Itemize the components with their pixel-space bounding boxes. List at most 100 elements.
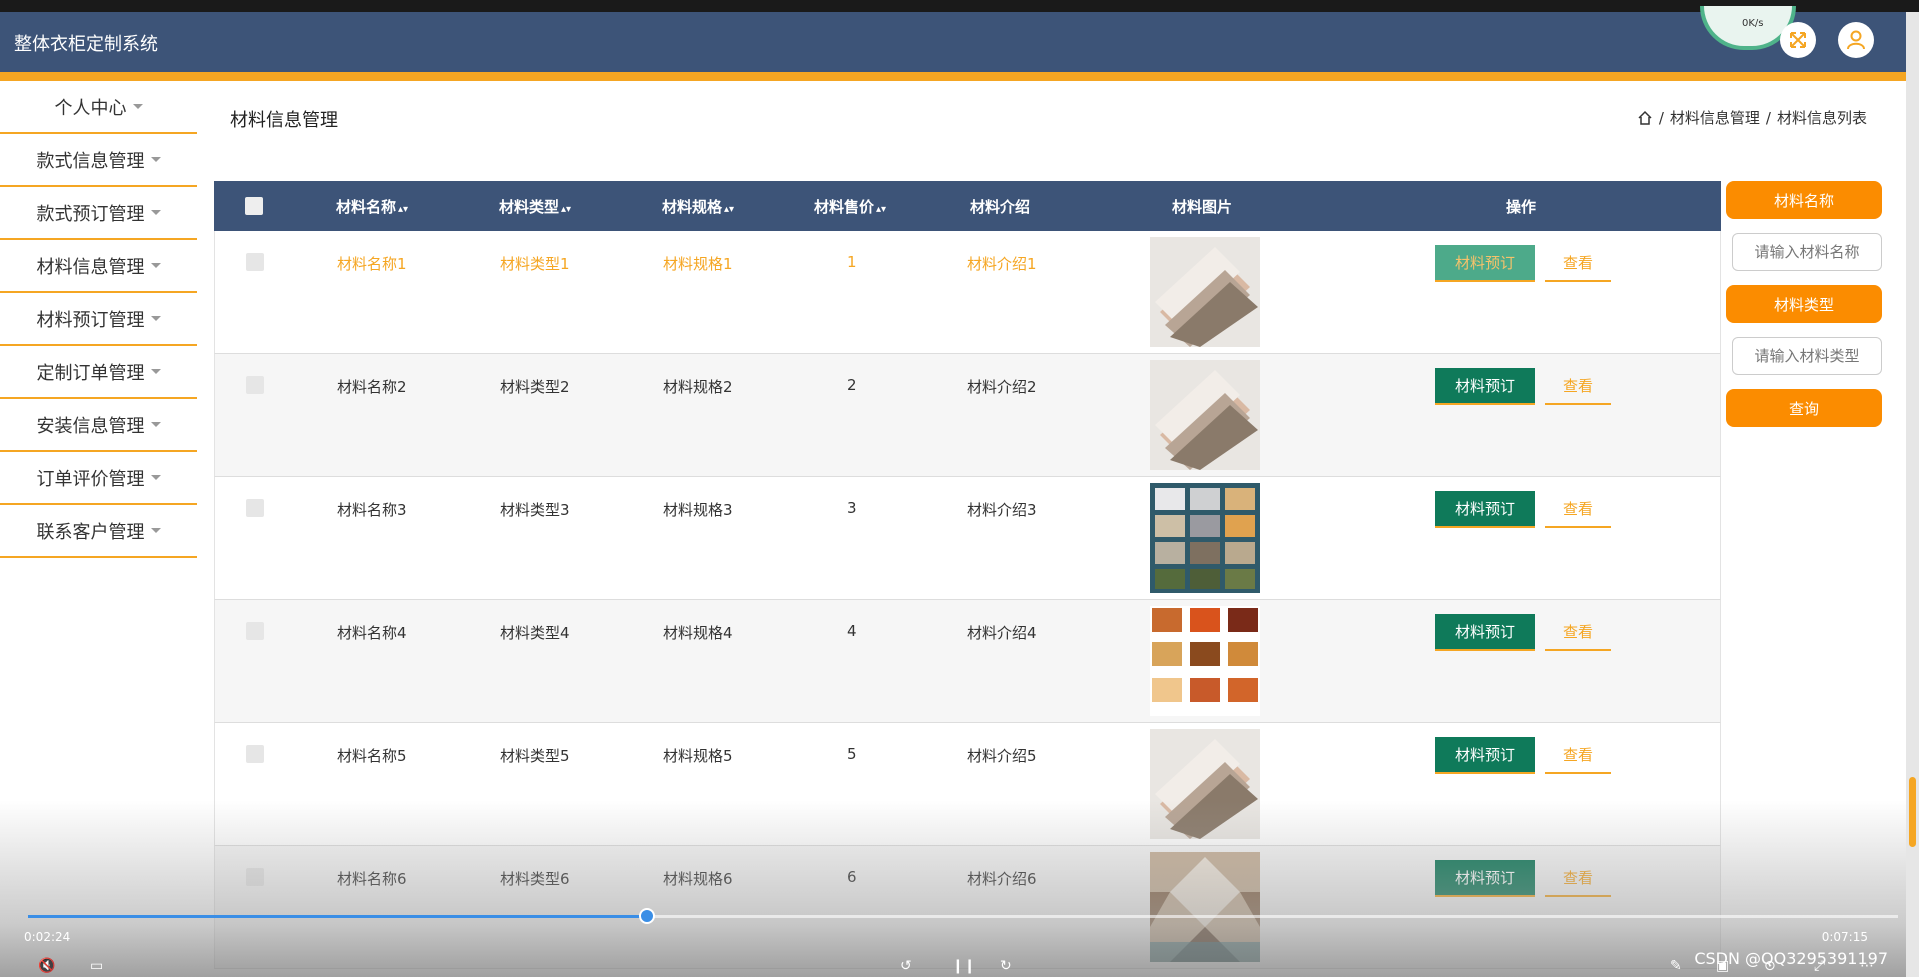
sidebar-item-label: 材料预订管理 — [36, 309, 145, 331]
caret-down-icon — [150, 157, 161, 162]
edit-icon[interactable]: ✎ — [1670, 958, 1682, 974]
sidebar-item-style-info[interactable]: 款式信息管理 — [0, 134, 197, 187]
book-material-button[interactable]: 材料预订 — [1435, 491, 1535, 528]
view-button[interactable]: 查看 — [1545, 614, 1611, 651]
cell-intro: 材料介绍4 — [967, 624, 1037, 642]
book-material-button[interactable]: 材料预订 — [1435, 614, 1535, 651]
column-header-spec[interactable]: 材料规格 ▴▾ — [662, 196, 734, 217]
cell-name: 材料名称1 — [337, 255, 407, 273]
header-label: 材料类型 — [499, 198, 560, 216]
sidebar-item-order-reviews[interactable]: 订单评价管理 — [0, 452, 197, 505]
breadcrumb-material-info[interactable]: 材料信息管理 — [1670, 107, 1760, 128]
user-avatar-button[interactable] — [1838, 22, 1874, 58]
type-filter-input[interactable] — [1732, 337, 1882, 375]
column-header-ops: 操作 — [1506, 198, 1537, 216]
table-row: 材料名称4 材料类型4 材料规格4 4 材料介绍4 材料预订 查看 — [214, 600, 1721, 723]
sidebar: 个人中心 款式信息管理 款式预订管理 材料信息管理 材料预订管理 定制订单管理 … — [0, 81, 197, 558]
progress-knob[interactable] — [638, 908, 655, 924]
cell-name: 材料名称4 — [337, 624, 407, 642]
header-accent-strip — [0, 72, 1906, 81]
header-label: 材料规格 — [662, 198, 723, 216]
cell-name: 材料名称3 — [337, 501, 407, 519]
header-label: 材料售价 — [814, 198, 875, 216]
table-row: 材料名称2 材料类型2 材料规格2 2 材料介绍2 材料预订 查看 — [214, 354, 1721, 477]
sidebar-item-material-info[interactable]: 材料信息管理 — [0, 240, 197, 293]
cell-type: 材料类型5 — [500, 747, 570, 765]
view-button[interactable]: 查看 — [1545, 491, 1611, 528]
fullscreen-button[interactable] — [1780, 22, 1816, 58]
scrollbar-thumb[interactable] — [1909, 777, 1916, 847]
caret-down-icon — [150, 316, 161, 321]
sidebar-item-label: 款式信息管理 — [36, 150, 145, 172]
view-button[interactable]: 查看 — [1545, 245, 1611, 282]
sidebar-item-contact-customers[interactable]: 联系客户管理 — [0, 505, 197, 558]
sidebar-item-personal-center[interactable]: 个人中心 — [0, 81, 197, 134]
sidebar-item-label: 安装信息管理 — [36, 415, 145, 437]
wood-boards-image — [1150, 237, 1260, 347]
sort-icon: ▴▾ — [398, 204, 409, 215]
caret-down-icon — [150, 475, 161, 480]
book-material-button[interactable]: 材料预订 — [1435, 368, 1535, 405]
view-button[interactable]: 查看 — [1545, 368, 1611, 405]
table-row: 材料名称1 材料类型1 材料规格1 1 材料介绍1 材料预订 查看 — [214, 231, 1721, 354]
caret-down-icon — [150, 210, 161, 215]
sort-icon: ▴▾ — [561, 204, 572, 215]
breadcrumb-separator: / — [1658, 108, 1664, 127]
sort-icon: ▴▾ — [724, 204, 735, 215]
progress-fill — [28, 915, 647, 918]
cell-intro: 材料介绍1 — [967, 255, 1037, 273]
watermark: CSDN @QQ3295391197 — [1694, 949, 1888, 968]
pause-icon[interactable]: ❙❙ — [952, 958, 975, 974]
cell-type: 材料类型1 — [500, 255, 570, 273]
sidebar-item-style-booking[interactable]: 款式预订管理 — [0, 187, 197, 240]
cell-spec: 材料规格1 — [663, 255, 733, 273]
query-button[interactable]: 查询 — [1726, 389, 1882, 427]
page-title: 材料信息管理 — [230, 110, 338, 131]
stone-swatches-image — [1150, 483, 1260, 593]
total-time: 0:07:15 — [1821, 930, 1868, 944]
book-material-button[interactable]: 材料预订 — [1435, 245, 1535, 282]
sidebar-item-custom-orders[interactable]: 定制订单管理 — [0, 346, 197, 399]
header-label: 材料名称 — [336, 198, 397, 216]
forward-30-icon[interactable]: ↻ — [1000, 958, 1012, 974]
row-checkbox[interactable] — [246, 622, 264, 640]
row-checkbox[interactable] — [246, 745, 264, 763]
mute-icon[interactable]: 🔇 — [38, 958, 55, 974]
column-header-price[interactable]: 材料售价 ▴▾ — [814, 196, 886, 217]
cell-type: 材料类型2 — [500, 378, 570, 396]
row-checkbox[interactable] — [246, 253, 264, 271]
sidebar-item-install-info[interactable]: 安装信息管理 — [0, 399, 197, 452]
type-filter-label: 材料类型 — [1726, 285, 1882, 323]
net-speed: 0K/s — [1742, 18, 1764, 29]
row-checkbox[interactable] — [246, 499, 264, 517]
caret-down-icon — [150, 528, 161, 533]
home-icon[interactable] — [1637, 110, 1653, 126]
cell-name: 材料名称5 — [337, 747, 407, 765]
sidebar-item-label: 订单评价管理 — [36, 468, 145, 490]
cell-spec: 材料规格2 — [663, 378, 733, 396]
sidebar-item-material-booking[interactable]: 材料预订管理 — [0, 293, 197, 346]
column-header-name[interactable]: 材料名称 ▴▾ — [336, 196, 408, 217]
row-checkbox[interactable] — [246, 376, 264, 394]
view-button[interactable]: 查看 — [1545, 737, 1611, 774]
sidebar-item-label: 款式预订管理 — [36, 203, 145, 225]
cell-intro: 材料介绍5 — [967, 747, 1037, 765]
page-scrollbar[interactable] — [1906, 12, 1919, 977]
select-all-checkbox[interactable] — [245, 197, 263, 215]
cell-spec: 材料规格3 — [663, 501, 733, 519]
rewind-10-icon[interactable]: ↺ — [900, 958, 912, 974]
cell-price: 2 — [847, 376, 857, 394]
book-material-button[interactable]: 材料预订 — [1435, 737, 1535, 774]
video-progress-bar[interactable] — [28, 908, 1898, 924]
caret-down-icon — [150, 422, 161, 427]
cell-price: 4 — [847, 622, 857, 640]
cell-price: 5 — [847, 745, 857, 763]
breadcrumb-material-list: 材料信息列表 — [1776, 109, 1867, 127]
video-player-overlay: 0:02:24 0:07:15 🔇 ▭ ↺ ❙❙ ↻ ✎ ▣ ⊙ ⤢ ⋯ CSD… — [0, 800, 1906, 977]
breadcrumb-separator: / — [1765, 108, 1771, 127]
sidebar-item-label: 个人中心 — [54, 97, 127, 119]
current-time: 0:02:24 — [24, 930, 71, 944]
column-header-type[interactable]: 材料类型 ▴▾ — [499, 196, 571, 217]
subtitles-icon[interactable]: ▭ — [90, 958, 103, 974]
name-filter-input[interactable] — [1732, 233, 1882, 271]
